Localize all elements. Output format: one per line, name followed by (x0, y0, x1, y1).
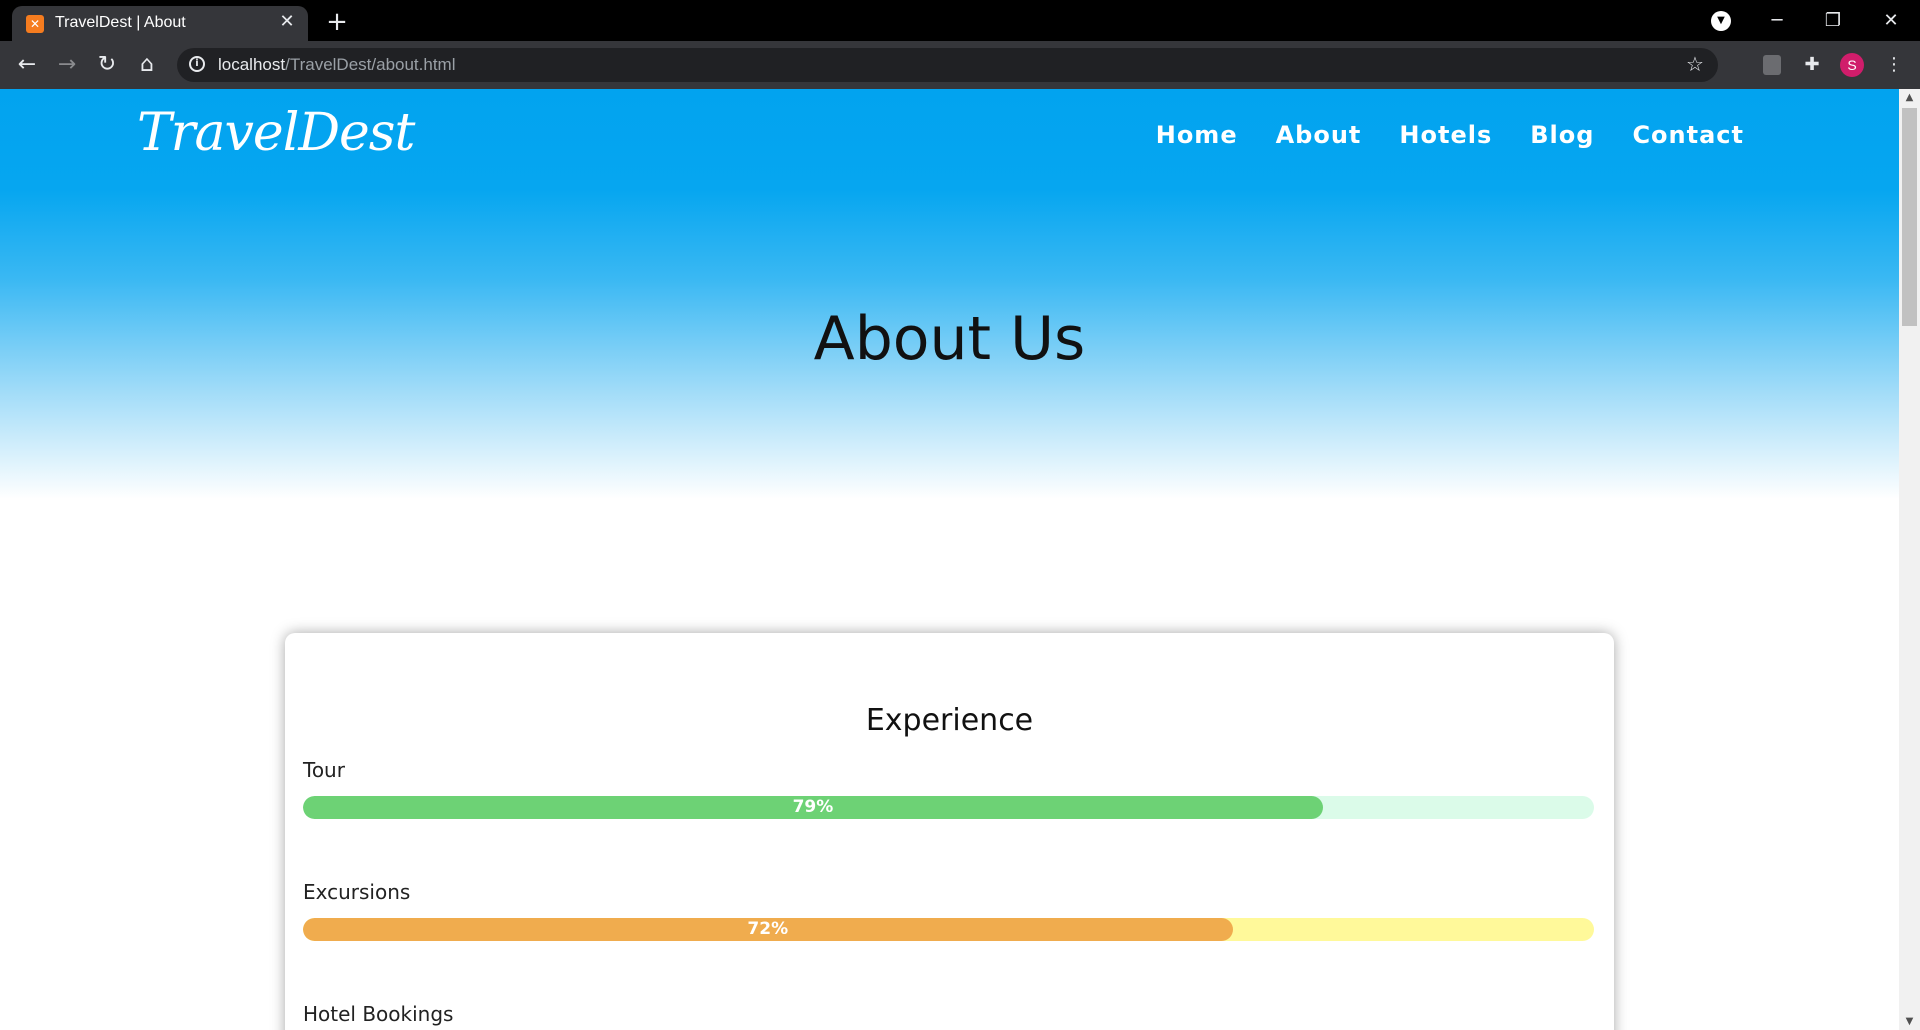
progress-fill-tour: 79% (303, 796, 1323, 819)
url-host: localhost (218, 55, 286, 74)
page-scrollbar[interactable]: ▲ ▼ (1899, 89, 1920, 1030)
progress-fill-excursions: 72% (303, 918, 1233, 941)
forward-icon[interactable]: → (52, 50, 82, 80)
restore-button[interactable]: ❐ (1815, 6, 1851, 36)
address-bar[interactable]: i localhost/TravelDest/about.html ☆ (177, 48, 1718, 82)
nav-link-about[interactable]: About (1276, 121, 1362, 149)
hero-section: TravelDest Home About Hotels Blog Contac… (0, 89, 1899, 509)
extension-icon[interactable] (1763, 55, 1781, 75)
profile-avatar[interactable]: S (1840, 53, 1864, 77)
nav-link-hotels[interactable]: Hotels (1399, 121, 1492, 149)
browser-tab[interactable]: ✕ TravelDest | About ✕ (12, 6, 308, 41)
new-tab-button[interactable]: + (322, 7, 352, 37)
nav-link-contact[interactable]: Contact (1632, 121, 1744, 149)
reload-icon[interactable]: ↻ (92, 50, 122, 80)
progress-track-excursions: 72% (303, 918, 1594, 941)
browser-tab-strip: ✕ TravelDest | About ✕ + ▼ ─ ❐ ✕ (0, 0, 1920, 41)
url-text: localhost/TravelDest/about.html (218, 55, 456, 75)
tab-close-icon[interactable]: ✕ (276, 11, 298, 33)
scroll-up-arrow-icon[interactable]: ▲ (1899, 89, 1920, 106)
extensions-icon[interactable]: ✚ (1797, 50, 1827, 80)
url-path: /TravelDest/about.html (285, 55, 456, 74)
page-viewport: TravelDest Home About Hotels Blog Contac… (0, 89, 1899, 1030)
skill-label-hotel-bookings: Hotel Bookings (303, 1002, 454, 1026)
nav-link-home[interactable]: Home (1156, 121, 1238, 149)
site-logo[interactable]: TravelDest (137, 103, 415, 163)
scrollbar-thumb[interactable] (1902, 108, 1917, 326)
skill-label-tour: Tour (303, 758, 345, 782)
experience-card: Experience Tour 79% Excursions 72% Hotel… (285, 633, 1614, 1030)
skill-label-excursions: Excursions (303, 880, 411, 904)
back-icon[interactable]: ← (12, 50, 42, 80)
info-icon[interactable]: i (189, 56, 205, 72)
home-icon[interactable]: ⌂ (132, 50, 162, 80)
experience-title: Experience (865, 703, 1034, 738)
menu-icon[interactable]: ⋮ (1879, 50, 1909, 80)
media-control-icon[interactable]: ▼ (1711, 11, 1731, 31)
nav-link-blog[interactable]: Blog (1530, 121, 1594, 149)
page-title: About Us (813, 304, 1086, 374)
tab-title: TravelDest | About (55, 14, 186, 31)
progress-track-tour: 79% (303, 796, 1594, 819)
browser-toolbar: ← → ↻ ⌂ i localhost/TravelDest/about.htm… (0, 41, 1920, 89)
scroll-down-arrow-icon[interactable]: ▼ (1899, 1013, 1920, 1030)
star-icon[interactable]: ☆ (1682, 51, 1708, 77)
site-favicon-icon: ✕ (26, 15, 44, 33)
close-window-button[interactable]: ✕ (1873, 6, 1909, 36)
main-nav: Home About Hotels Blog Contact (1156, 121, 1744, 149)
minimize-button[interactable]: ─ (1759, 6, 1795, 36)
